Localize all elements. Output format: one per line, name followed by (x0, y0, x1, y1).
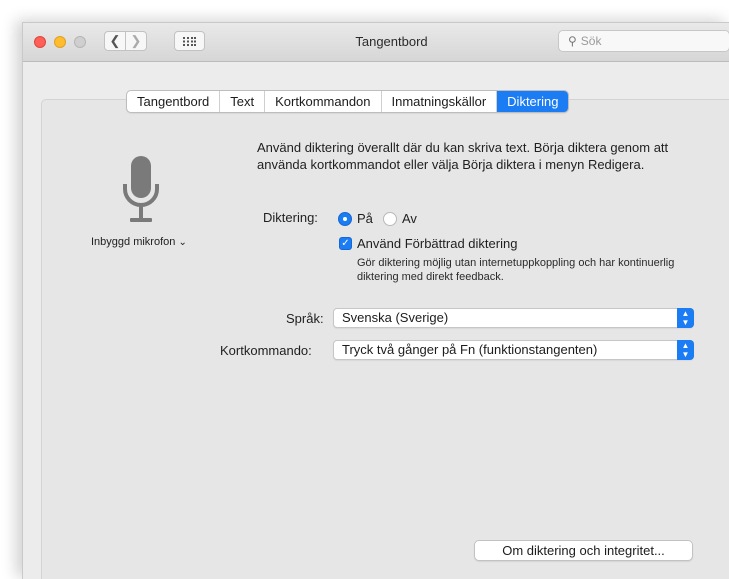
search-field[interactable]: ⚲ Sök (558, 30, 729, 52)
window-title: Tangentbord (355, 34, 428, 49)
language-label: Språk: (286, 311, 324, 326)
search-placeholder: Sök (580, 34, 602, 48)
title-bar: ❮ ❯ Tangentbord ⚲ Sök (23, 23, 729, 62)
minimize-button[interactable] (54, 36, 66, 48)
tab-text[interactable]: Text (220, 91, 266, 112)
chevron-right-icon: ❯ (130, 33, 142, 48)
about-dictation-privacy-button[interactable]: Om diktering och integritet... (474, 540, 693, 561)
show-all-button[interactable] (174, 31, 205, 51)
updown-arrows-icon: ▲ ▼ (677, 340, 694, 360)
enhanced-dictation-checkbox[interactable]: ✓ (339, 237, 352, 250)
back-button[interactable]: ❮ (104, 31, 126, 51)
chevron-down-icon: ⌄ (178, 237, 187, 248)
dictation-on-radio[interactable] (338, 212, 352, 226)
chevron-left-icon: ❮ (109, 33, 121, 48)
enhanced-dictation-note: Gör diktering möjlig utan internetuppkop… (357, 257, 675, 283)
grid-icon (183, 36, 196, 46)
zoom-button[interactable] (74, 36, 86, 48)
tab-tangentbord[interactable]: Tangentbord (127, 91, 221, 112)
language-value: Svenska (Sverige) (342, 310, 449, 325)
shortcut-label: Kortkommando: (220, 343, 312, 358)
tab-inmatningskallor[interactable]: Inmatningskällor (382, 91, 498, 112)
dictation-off-label[interactable]: Av (402, 211, 417, 226)
checkmark-icon: ✓ (341, 238, 350, 249)
close-button[interactable] (34, 36, 46, 48)
dictation-description: Använd diktering överallt där du kan skr… (257, 140, 669, 172)
updown-arrows-icon: ▲ ▼ (677, 308, 694, 328)
microphone-source-dropdown[interactable]: Inbyggd mikrofon ⌄ (91, 236, 187, 248)
language-select[interactable]: Svenska (Sverige) ▲ ▼ (333, 308, 694, 328)
shortcut-value: Tryck två gånger på Fn (funktionstangent… (342, 342, 598, 357)
dictation-label: Diktering: (263, 210, 318, 225)
tab-kortkommandon[interactable]: Kortkommandon (265, 91, 382, 112)
microphone-label: Inbyggd mikrofon (91, 236, 176, 248)
dictation-off-radio[interactable] (383, 212, 397, 226)
microphone-icon (123, 156, 159, 222)
dictation-on-label[interactable]: På (357, 211, 373, 226)
forward-button[interactable]: ❯ (125, 31, 147, 51)
search-icon: ⚲ (568, 34, 577, 48)
enhanced-dictation-label[interactable]: Använd Förbättrad diktering (357, 236, 517, 251)
preferences-window: ❮ ❯ Tangentbord ⚲ Sök Tangentbord Text K… (22, 22, 729, 579)
tab-bar: Tangentbord Text Kortkommandon Inmatning… (126, 90, 570, 113)
tab-diktering[interactable]: Diktering (497, 91, 569, 112)
shortcut-select[interactable]: Tryck två gånger på Fn (funktionstangent… (333, 340, 694, 360)
